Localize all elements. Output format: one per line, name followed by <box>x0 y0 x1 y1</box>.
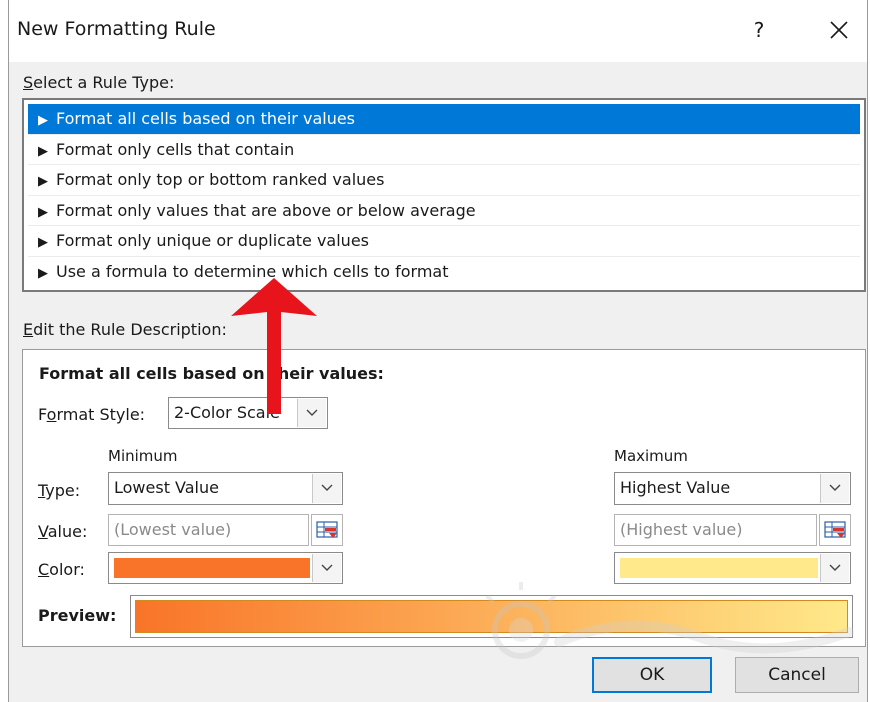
close-icon <box>830 21 848 39</box>
cancel-button[interactable]: Cancel <box>735 657 859 693</box>
minimum-color-swatch <box>114 558 310 578</box>
minimum-header: Minimum <box>108 447 178 465</box>
window-title: New Formatting Rule <box>17 18 216 40</box>
maximum-header: Maximum <box>614 447 688 465</box>
rule-item-above-below-average[interactable]: ▶ Format only values that are above or be… <box>28 196 860 226</box>
preview-label: Preview: <box>38 606 117 625</box>
minimum-range-picker-button[interactable] <box>311 514 343 546</box>
minimum-value-input[interactable]: (Lowest value) <box>108 514 309 546</box>
minimum-color-dropdown-button[interactable] <box>312 554 341 582</box>
value-label: Value: <box>38 522 88 541</box>
chevron-down-icon <box>321 484 333 491</box>
maximum-color-picker[interactable] <box>614 552 851 584</box>
close-button[interactable] <box>821 14 857 46</box>
maximum-color-swatch <box>620 558 818 578</box>
title-bar: New Formatting Rule ? <box>9 0 867 62</box>
minimum-color-picker[interactable] <box>108 552 343 584</box>
rule-type-label: Select a Rule Type: <box>23 73 175 92</box>
help-button[interactable]: ? <box>744 14 774 46</box>
chevron-down-icon <box>321 564 333 571</box>
rule-item-all-cells-values[interactable]: ▶ Format all cells based on their values <box>28 104 860 135</box>
format-style-label: Format Style: <box>38 405 146 424</box>
triangle-right-icon: ▶ <box>38 235 48 250</box>
maximum-range-picker-button[interactable] <box>819 514 851 546</box>
minimum-type-dropdown-button[interactable] <box>312 474 341 503</box>
ok-button[interactable]: OK <box>592 657 712 693</box>
rule-description-label: Edit the Rule Description: <box>23 320 227 339</box>
rule-type-list[interactable]: ▶ Format all cells based on their values … <box>22 98 866 292</box>
color-label: Color: <box>38 560 85 579</box>
format-style-dropdown-button[interactable] <box>297 399 326 427</box>
type-label: Type: <box>38 481 81 500</box>
range-picker-icon <box>316 521 338 538</box>
maximum-type-dropdown-button[interactable] <box>820 474 849 503</box>
maximum-value-input[interactable]: (Highest value) <box>614 514 817 546</box>
chevron-down-icon <box>829 564 841 571</box>
minimum-type-dropdown[interactable]: Lowest Value <box>108 472 343 505</box>
rule-item-use-formula[interactable]: ▶ Use a formula to determine which cells … <box>28 257 860 288</box>
chevron-down-icon <box>306 409 318 416</box>
description-heading: Format all cells based on their values: <box>39 364 384 383</box>
chevron-down-icon <box>829 484 841 491</box>
rule-item-unique-duplicate[interactable]: ▶ Format only unique or duplicate values <box>28 226 860 257</box>
format-style-dropdown[interactable]: 2-Color Scale <box>168 397 328 429</box>
triangle-right-icon: ▶ <box>38 265 48 281</box>
rule-item-cells-that-contain[interactable]: ▶ Format only cells that contain <box>28 135 860 165</box>
triangle-right-icon: ▶ <box>38 204 48 220</box>
triangle-right-icon: ▶ <box>38 174 48 189</box>
triangle-right-icon: ▶ <box>38 143 48 159</box>
rule-description-panel: Format all cells based on their values: … <box>22 349 866 647</box>
range-picker-icon <box>824 521 846 538</box>
preview-box <box>130 595 853 638</box>
color-scale-preview <box>135 600 848 633</box>
maximum-type-dropdown[interactable]: Highest Value <box>614 472 851 505</box>
new-formatting-rule-dialog: New Formatting Rule ? Select a Rule Type… <box>8 0 868 702</box>
maximum-color-dropdown-button[interactable] <box>820 554 849 582</box>
rule-item-top-bottom-ranked[interactable]: ▶ Format only top or bottom ranked values <box>28 165 860 196</box>
triangle-right-icon: ▶ <box>38 113 48 128</box>
